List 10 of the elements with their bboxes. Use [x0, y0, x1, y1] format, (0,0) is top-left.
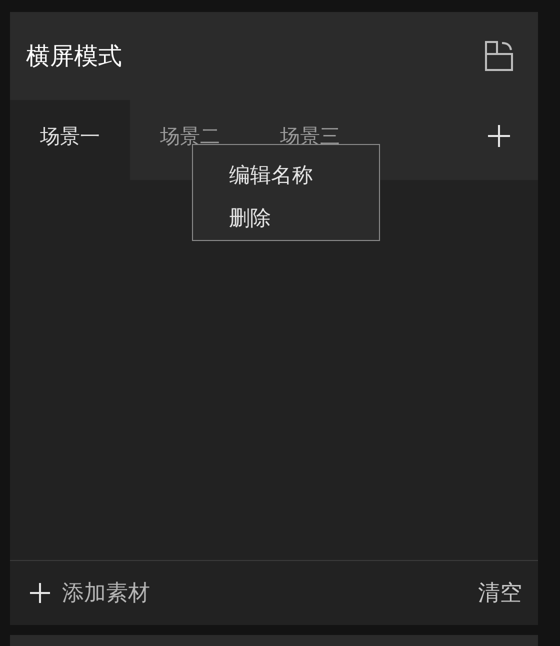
rotate-screen-icon[interactable] — [484, 40, 514, 72]
add-material-button[interactable]: 添加素材 — [30, 578, 150, 608]
panel-title: 横屏模式 — [26, 41, 122, 72]
scene-tab[interactable]: 场景一 — [10, 100, 130, 180]
menu-item[interactable]: 删除 — [193, 196, 379, 240]
menu-item[interactable]: 编辑名称 — [193, 153, 379, 196]
plus-icon — [30, 583, 50, 603]
add-material-label: 添加素材 — [62, 580, 150, 608]
clear-button[interactable]: 清空 — [478, 578, 522, 608]
add-icon[interactable] — [488, 125, 510, 147]
